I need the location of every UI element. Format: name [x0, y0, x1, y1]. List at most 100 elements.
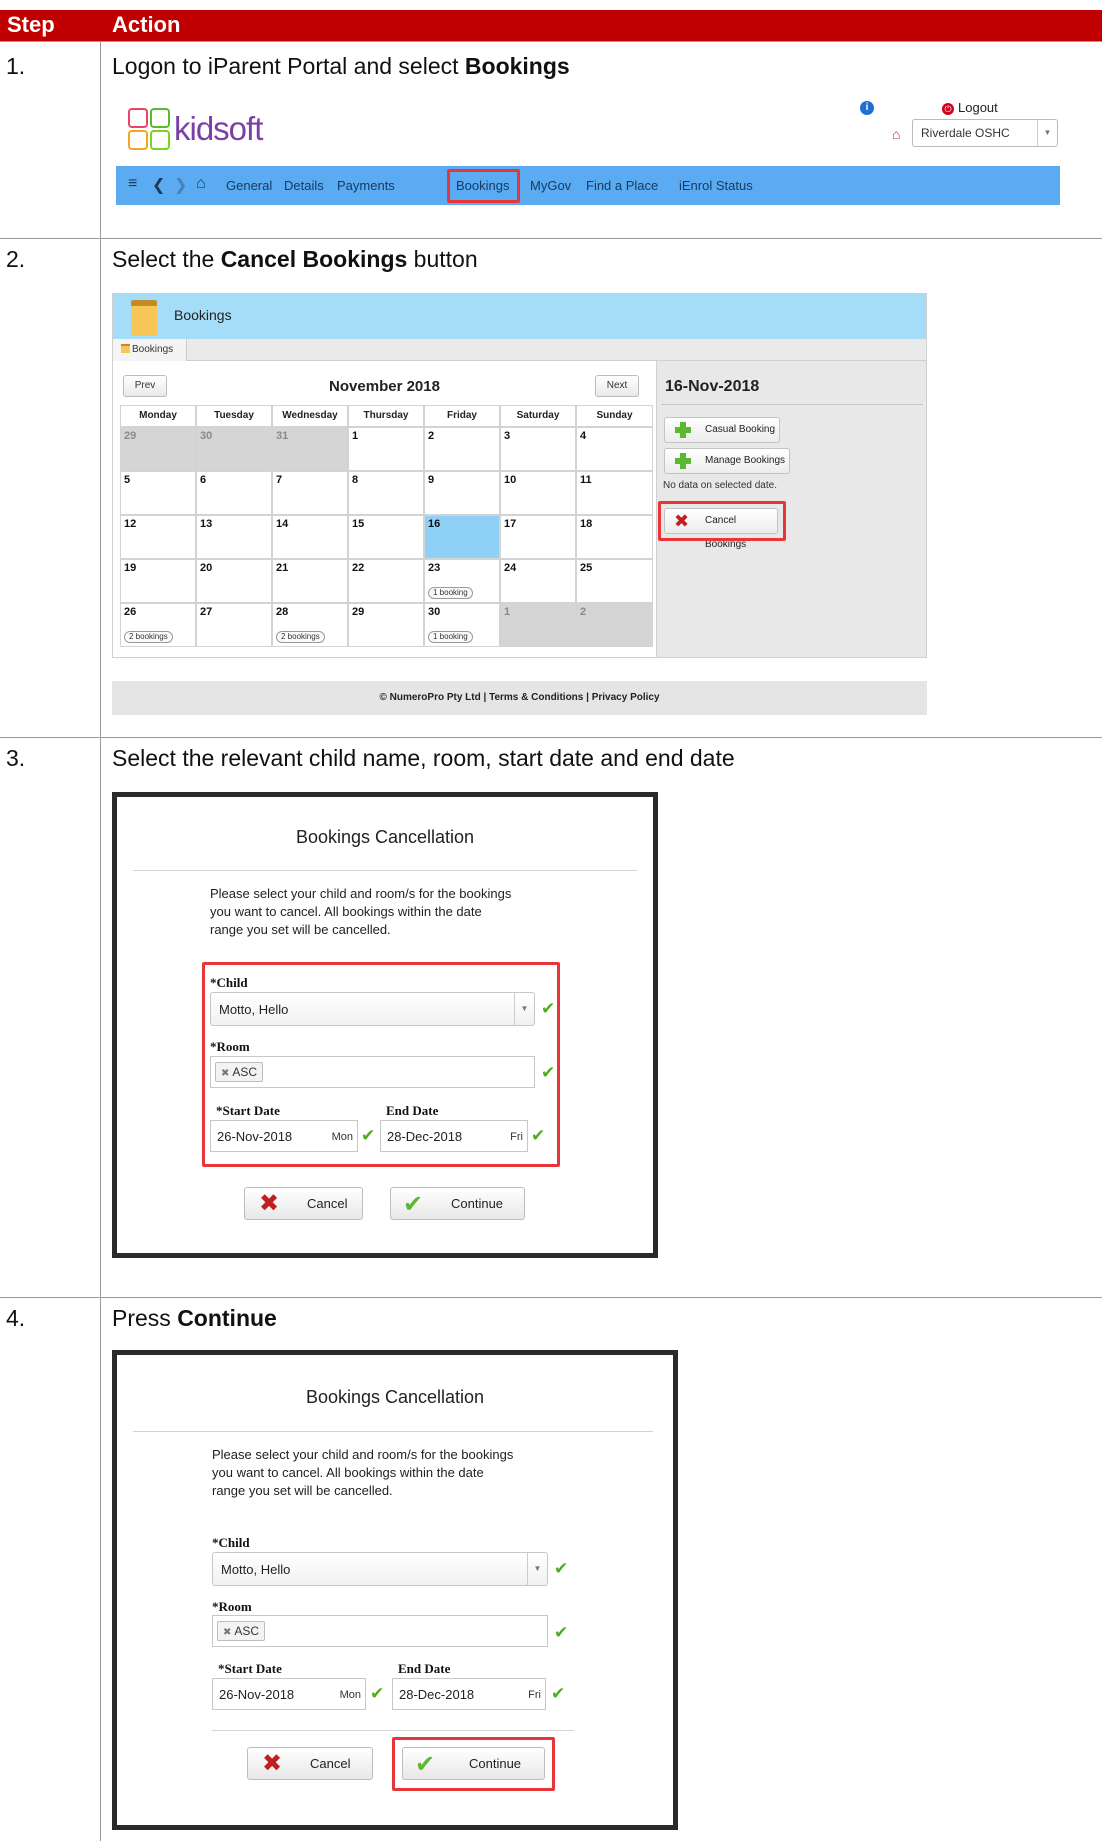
back-arrow-icon[interactable]: ❮	[152, 175, 165, 195]
day-number: 20	[200, 562, 213, 574]
calendar-day[interactable]: 16	[424, 515, 500, 559]
calendar-day[interactable]: 9	[424, 471, 500, 515]
day-number: 1	[352, 430, 359, 442]
booking-count-badge[interactable]: 1 booking	[428, 587, 473, 599]
weekday-header: Sunday	[576, 405, 653, 427]
calendar-day[interactable]: 21	[272, 559, 348, 603]
booking-count-badge[interactable]: 1 booking	[428, 631, 473, 643]
day-number: 14	[276, 518, 289, 530]
next-month-button[interactable]: Next	[595, 375, 639, 397]
row-divider	[0, 41, 1102, 42]
calendar-day[interactable]: 19	[120, 559, 196, 603]
calendar-day[interactable]: 5	[120, 471, 196, 515]
plus-icon	[674, 421, 692, 439]
nav-mygov[interactable]: MyGov	[530, 178, 571, 193]
nav-payments[interactable]: Payments	[337, 178, 395, 193]
logout-link[interactable]: ⏻ Logout	[942, 100, 998, 115]
calendar-day[interactable]: 10	[500, 471, 576, 515]
calendar-day[interactable]: 24	[500, 559, 576, 603]
casual-booking-button[interactable]: Casual Booking	[664, 417, 780, 443]
divider	[212, 1730, 574, 1731]
calendar-day[interactable]: 12	[120, 515, 196, 559]
manage-bookings-button[interactable]: Manage Bookings	[664, 448, 790, 474]
calendar-day[interactable]: 14	[272, 515, 348, 559]
cancel-bookings-highlight-box	[658, 501, 786, 541]
weekday-header: Friday	[424, 405, 500, 427]
calendar-day[interactable]: 26 2 bookings	[120, 603, 196, 647]
day-number: 29	[124, 430, 137, 442]
weekday-header: Tuesday	[196, 405, 272, 427]
calendar-day[interactable]: 25	[576, 559, 653, 603]
calendar-day[interactable]: 23 1 booking	[424, 559, 500, 603]
calendar-day[interactable]: 2	[424, 427, 500, 471]
calendar-day[interactable]: 27	[196, 603, 272, 647]
service-select[interactable]: Riverdale OSHC ▼	[912, 119, 1058, 147]
calendar-day[interactable]: 6	[196, 471, 272, 515]
cancel-button[interactable]: ✖ Cancel	[244, 1187, 363, 1220]
cancel-button[interactable]: ✖ Cancel	[247, 1747, 373, 1780]
calendar-day[interactable]: 1	[348, 427, 424, 471]
plus-icon	[674, 452, 692, 470]
child-select[interactable]: Motto, Hello ▼	[212, 1552, 548, 1586]
nav-ienrol-status[interactable]: iEnrol Status	[679, 178, 753, 193]
calendar-day[interactable]: 2	[576, 603, 653, 647]
kidsoft-logo: kidsoft	[128, 108, 278, 152]
day-number: 17	[504, 518, 517, 530]
calendar-day[interactable]: 15	[348, 515, 424, 559]
home-icon[interactable]: ⌂	[196, 175, 206, 193]
calendar-day[interactable]: 31	[272, 427, 348, 471]
start-date-input[interactable]: 26-Nov-2018 Mon	[212, 1678, 366, 1710]
calendar-day[interactable]: 8	[348, 471, 424, 515]
dialog-message: Please select your child and room/s for …	[212, 1447, 514, 1498]
forward-arrow-icon[interactable]: ❯	[174, 175, 187, 195]
calendar-day[interactable]: 11	[576, 471, 653, 515]
day-number: 28	[276, 606, 289, 618]
day-number: 4	[580, 430, 587, 442]
divider	[661, 404, 923, 405]
day-number: 26	[124, 606, 137, 618]
calendar-day[interactable]: 17	[500, 515, 576, 559]
calendar-day[interactable]: 20	[196, 559, 272, 603]
nav-general[interactable]: General	[226, 178, 272, 193]
calendar-day[interactable]: 30 1 booking	[424, 603, 500, 647]
tab-bookings[interactable]: Bookings	[113, 339, 187, 361]
day-number: 2	[580, 606, 587, 618]
calendar-day[interactable]: 22	[348, 559, 424, 603]
calendar-day[interactable]: 7	[272, 471, 348, 515]
booking-count-badge[interactable]: 2 bookings	[124, 631, 173, 643]
calendar-day[interactable]: 29	[348, 603, 424, 647]
bookings-title: Bookings	[174, 307, 232, 323]
calendar-day[interactable]: 3	[500, 427, 576, 471]
remove-tag-icon[interactable]: ✖	[223, 1627, 231, 1638]
calendar-day[interactable]: 13	[196, 515, 272, 559]
continue-highlight-box	[392, 1737, 555, 1791]
day-number: 27	[200, 606, 213, 618]
room-tag[interactable]: ✖ ASC	[217, 1621, 266, 1641]
notebook-icon	[131, 300, 157, 336]
bookings-tab-bar: Bookings	[113, 339, 926, 361]
day-number: 18	[580, 518, 593, 530]
check-icon: ✔	[554, 1623, 569, 1642]
continue-button[interactable]: ✔ Continue	[390, 1187, 525, 1220]
booking-count-badge[interactable]: 2 bookings	[276, 631, 325, 643]
hamburger-menu-icon[interactable]: ≡	[128, 175, 137, 193]
step-instruction: Press Continue	[112, 1305, 277, 1331]
calendar-day[interactable]: 18	[576, 515, 653, 559]
nav-details[interactable]: Details	[284, 178, 324, 193]
nav-find-a-place[interactable]: Find a Place	[586, 178, 658, 193]
room-multiselect[interactable]: ✖ ASC	[212, 1615, 548, 1647]
notebook-icon	[121, 344, 130, 353]
day-number: 12	[124, 518, 137, 530]
calendar-day[interactable]: 4	[576, 427, 653, 471]
main-nav-bar: ≡ ❮ ❯ ⌂ General Details Payments Booking…	[116, 166, 1060, 205]
day-number: 19	[124, 562, 137, 574]
bookings-cancellation-dialog: Bookings Cancellation Please select your…	[112, 792, 658, 1258]
info-icon[interactable]: i	[860, 101, 874, 115]
calendar-day[interactable]: 29	[120, 427, 196, 471]
end-date-input[interactable]: 28-Dec-2018 Fri	[392, 1678, 546, 1710]
calendar-day[interactable]: 1	[500, 603, 576, 647]
day-number: 23	[428, 562, 441, 574]
check-icon: ✔	[403, 1191, 424, 1218]
calendar-day[interactable]: 30	[196, 427, 272, 471]
calendar-day[interactable]: 28 2 bookings	[272, 603, 348, 647]
